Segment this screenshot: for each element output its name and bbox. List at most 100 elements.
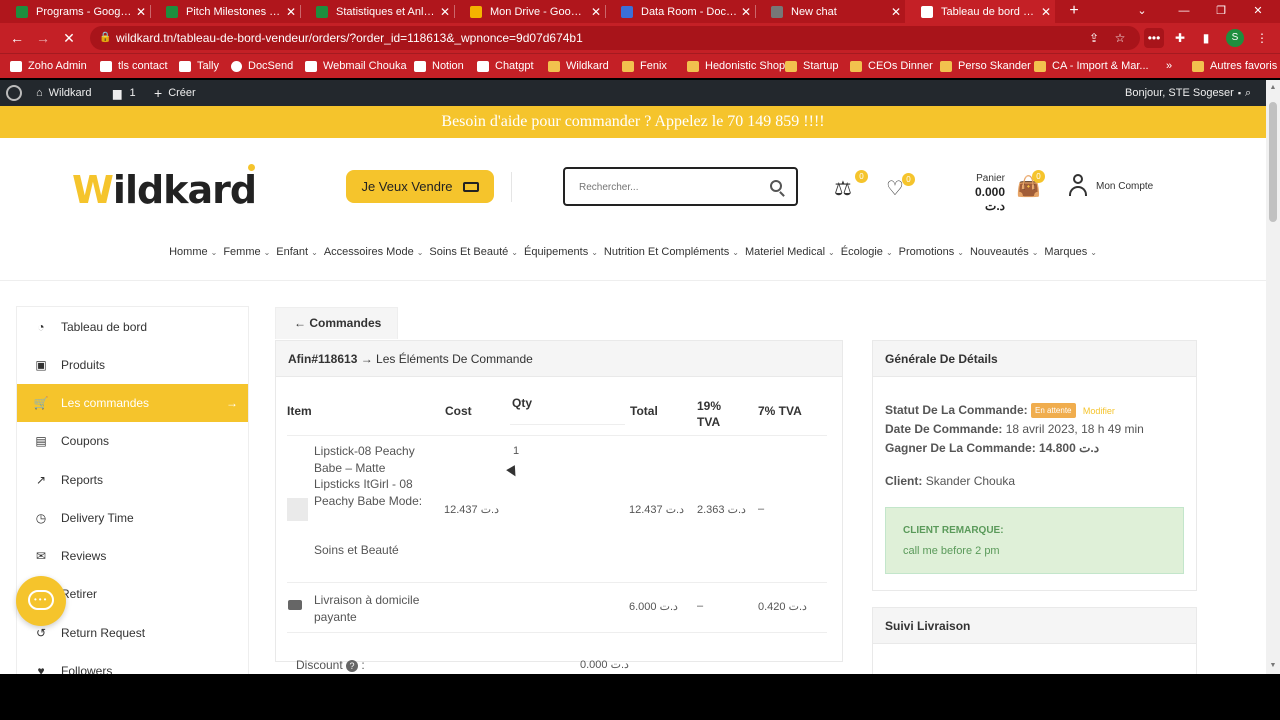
nav-menu-item[interactable]: Promotions ⌄	[899, 246, 964, 258]
bookmark-item[interactable]: CEOs Dinner	[850, 54, 933, 78]
comments-count: 1	[129, 87, 136, 99]
extensions-puzzle-icon[interactable]: ✚	[1170, 28, 1190, 48]
bookmark-item[interactable]: Fenix	[622, 54, 667, 78]
product-thumbnail[interactable]	[287, 498, 308, 521]
address-bar[interactable]: 🔒 wildkard.tn/tableau-de-bord-vendeur/or…	[90, 26, 1140, 50]
nav-menu-label: Homme	[169, 246, 208, 258]
bookmark-item[interactable]: Chatgpt	[477, 54, 534, 78]
close-tab-icon[interactable]: ✕	[737, 5, 755, 19]
bookmark-item[interactable]: Perso Skander	[940, 54, 1031, 78]
sidebar-item[interactable]: ▣ Produits	[17, 346, 248, 384]
back-to-orders-tab[interactable]: ← Commandes	[275, 307, 398, 339]
bookmark-item[interactable]: tls contact	[100, 54, 168, 78]
sidebar-item[interactable]: ◷ Delivery Time	[17, 499, 248, 537]
share-icon[interactable]: ⇪	[1084, 28, 1104, 48]
nav-menu-item[interactable]: Marques ⌄	[1044, 246, 1097, 258]
search-icon[interactable]	[770, 180, 782, 192]
browser-tab[interactable]: Data Room - DocSend✕	[605, 0, 755, 23]
scroll-up-icon[interactable]: ▲	[1266, 84, 1280, 91]
wp-site-link[interactable]: ⌂ Wildkard	[36, 80, 91, 106]
bookmark-item[interactable]: Tally	[179, 54, 219, 78]
other-bookmarks-folder[interactable]: Autres favoris	[1192, 54, 1277, 78]
bookmark-item[interactable]: CA - Import & Mar...	[1034, 54, 1149, 78]
bookmark-item[interactable]: Webmail Chouka	[305, 54, 407, 78]
nav-menu-item[interactable]: Homme ⌄	[169, 246, 217, 258]
sidebar-item[interactable]: ▤ Coupons	[17, 422, 248, 460]
close-tab-icon[interactable]: ✕	[282, 5, 300, 19]
tab-title: Programs - Google Sh	[36, 5, 132, 18]
wp-create-link[interactable]: + Créer	[154, 80, 196, 106]
menu-kebab-icon[interactable]: ⋮	[1252, 28, 1272, 48]
nav-menu-item[interactable]: Nutrition Et Compléments ⌄	[604, 246, 739, 258]
stop-loading-icon[interactable]: ✕	[58, 27, 80, 49]
nav-menu-item[interactable]: Écologie ⌄	[841, 246, 893, 258]
browser-tab[interactable]: New chat ✕	[755, 0, 905, 23]
product-name[interactable]: Lipstick-08 Peachy Babe – Matte Lipstick…	[314, 443, 424, 509]
sidebar-item[interactable]: ♥ Followers	[17, 652, 248, 674]
bookmark-item[interactable]: Wildkard	[548, 54, 609, 78]
gift-icon: ▤	[35, 434, 47, 448]
account-user-icon[interactable]	[1069, 174, 1087, 196]
extension-dots-icon[interactable]: •••	[1144, 28, 1164, 48]
browser-tab[interactable]: Statistiques et Anlyse ✕	[300, 0, 454, 23]
modify-status-link[interactable]: Modifier	[1083, 406, 1115, 416]
wp-user-greeting[interactable]: Bonjour, STE Sogeser ▪	[1125, 80, 1241, 106]
sidebar-item[interactable]: ✉ Reviews	[17, 537, 248, 575]
order-date-line: Date De Commande: 18 avril 2023, 18 h 49…	[885, 422, 1144, 436]
close-tab-icon[interactable]: ✕	[132, 5, 150, 19]
bookmark-star-icon[interactable]: ☆	[1110, 28, 1130, 48]
nav-menu-item[interactable]: Accessoires Mode ⌄	[324, 246, 424, 258]
nav-menu-item[interactable]: Équipements ⌄	[524, 246, 598, 258]
bookmark-item[interactable]: Hedonistic Shop	[687, 54, 785, 78]
nav-menu-item[interactable]: Soins Et Beauté ⌄	[429, 246, 518, 258]
close-window-button[interactable]: ✕	[1240, 0, 1276, 23]
order-number[interactable]: Afin#118613	[288, 352, 357, 366]
nav-menu-item[interactable]: Nouveautés ⌄	[970, 246, 1038, 258]
tab-title: Statistiques et Anlyse	[336, 5, 436, 18]
help-question-icon[interactable]: ?	[346, 660, 359, 672]
tab-search-icon[interactable]: ⌄	[1124, 0, 1160, 23]
page-scrollbar[interactable]: ▲ ▼	[1266, 80, 1280, 674]
wp-search-icon[interactable]: ⌕	[1245, 80, 1251, 106]
compare-icon[interactable]: ⚖	[834, 176, 852, 201]
scroll-down-icon[interactable]: ▼	[1266, 662, 1280, 669]
bookmark-item[interactable]: DocSend	[231, 54, 293, 78]
sidebar-item[interactable]: 🛒 Les commandes →	[17, 384, 248, 422]
product-search[interactable]	[563, 167, 798, 206]
product-category: Soins et Beauté	[314, 543, 399, 557]
close-tab-icon[interactable]: ✕	[587, 5, 605, 19]
site-logo[interactable]: Wildkard	[72, 164, 257, 212]
account-link[interactable]: Mon Compte	[1096, 181, 1153, 192]
nav-menu-item[interactable]: Enfant ⌄	[276, 246, 318, 258]
sidebar-item[interactable]: ◔ Tableau de bord	[17, 308, 248, 346]
browser-tab[interactable]: Pitch Milestones - Go ✕	[150, 0, 300, 23]
bookmark-item[interactable]: Notion	[414, 54, 464, 78]
browser-tab[interactable]: Mon Drive - Google D ✕	[454, 0, 605, 23]
close-tab-icon[interactable]: ✕	[887, 5, 905, 19]
bookmark-item[interactable]: Startup	[785, 54, 838, 78]
chat-widget-button[interactable]: •••	[16, 576, 66, 626]
wordpress-logo-icon[interactable]	[6, 80, 22, 106]
browser-tab[interactable]: Programs - Google Sh✕	[0, 0, 150, 23]
new-tab-button[interactable]: +	[1064, 0, 1084, 23]
close-tab-icon[interactable]: ✕	[1037, 5, 1055, 19]
browser-tab[interactable]: Tableau de bord Vende✕	[905, 0, 1055, 23]
maximize-button[interactable]: ❐	[1203, 0, 1239, 23]
wp-comments-link[interactable]: ▆ 1	[113, 80, 136, 106]
back-icon[interactable]: ←	[6, 27, 28, 49]
sell-button[interactable]: Je Veux Vendre	[346, 170, 494, 203]
search-input[interactable]	[579, 178, 759, 196]
close-tab-icon[interactable]: ✕	[436, 5, 454, 19]
main-nav: Homme ⌄ Femme ⌄ Enfant ⌄ Accessoires Mode ⌄ Soin…	[0, 246, 1266, 266]
nav-menu-item[interactable]: Materiel Medical ⌄	[745, 246, 835, 258]
chevron-down-icon: ⌄	[1090, 248, 1097, 257]
bookmark-item[interactable]: Zoho Admin	[10, 54, 87, 78]
forward-icon[interactable]: →	[32, 27, 54, 49]
sidebar-item[interactable]: ↗ Reports	[17, 461, 248, 499]
side-panel-icon[interactable]: ▮	[1196, 28, 1216, 48]
scroll-thumb[interactable]	[1269, 102, 1277, 222]
nav-menu-item[interactable]: Femme ⌄	[223, 246, 270, 258]
minimize-button[interactable]: —	[1166, 0, 1202, 23]
profile-avatar[interactable]: S	[1226, 29, 1244, 47]
more-bookmarks-button[interactable]: »	[1166, 54, 1172, 78]
